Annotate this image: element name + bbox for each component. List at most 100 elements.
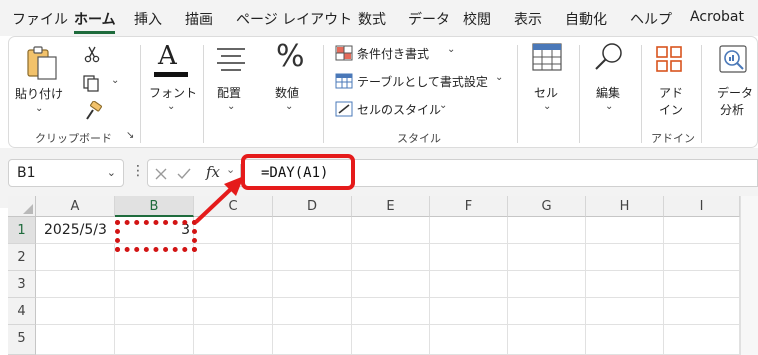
paste-button[interactable]: 貼り付け ⌄ <box>15 43 65 121</box>
cell[interactable] <box>115 325 194 355</box>
cell[interactable] <box>352 298 430 325</box>
chevron-down-icon: ⌄ <box>605 101 614 112</box>
row-header-5[interactable]: 5 <box>8 325 36 355</box>
cell[interactable] <box>352 217 430 244</box>
formula-input-box[interactable]: fx ⌄ <box>147 159 758 187</box>
tab-help[interactable]: ヘルプ <box>630 9 672 29</box>
tab-home[interactable]: ホーム <box>74 9 116 29</box>
insert-function-button[interactable]: fx <box>206 163 220 181</box>
cell[interactable] <box>586 325 664 355</box>
cell[interactable] <box>430 244 508 271</box>
tab-data[interactable]: データ <box>408 9 450 29</box>
name-box[interactable]: B1 ⌄ <box>8 159 124 187</box>
cell[interactable] <box>508 325 586 355</box>
cell[interactable] <box>430 271 508 298</box>
row-header-4[interactable]: 4 <box>8 298 36 325</box>
cell[interactable] <box>273 244 352 271</box>
cell[interactable] <box>194 271 273 298</box>
cell[interactable] <box>115 298 194 325</box>
cell[interactable] <box>586 271 664 298</box>
cell[interactable] <box>194 244 273 271</box>
number-format-button[interactable]: % 数値 ⌄ <box>267 39 311 121</box>
cell[interactable] <box>36 244 115 271</box>
format-painter-icon[interactable] <box>83 101 103 121</box>
vertical-scrollbar[interactable] <box>740 196 758 355</box>
column-header-c[interactable]: C <box>194 196 273 217</box>
addins-label-line1: アド <box>659 86 684 100</box>
font-a-icon: A <box>158 41 177 71</box>
column-header-g[interactable]: G <box>508 196 586 217</box>
cell[interactable] <box>664 325 740 355</box>
row-header-2[interactable]: 2 <box>8 244 36 271</box>
data-analysis-button[interactable]: データ 分析 <box>709 41 758 121</box>
tab-insert[interactable]: 挿入 <box>134 9 162 29</box>
cell[interactable] <box>586 298 664 325</box>
tab-review[interactable]: 校閲 <box>463 9 491 29</box>
cell[interactable] <box>115 271 194 298</box>
font-button[interactable]: A フォント ⌄ <box>146 41 197 121</box>
enter-check-icon[interactable] <box>176 167 192 181</box>
conditional-format-button[interactable]: 条件付き書式 ⌄ <box>335 43 485 65</box>
column-header-h[interactable]: H <box>586 196 664 217</box>
tab-draw[interactable]: 描画 <box>185 9 213 29</box>
addins-button[interactable]: アド イン <box>647 41 691 121</box>
cell[interactable] <box>508 244 586 271</box>
cell[interactable] <box>194 298 273 325</box>
cell-styles-button[interactable]: セルのスタイル ⌄ <box>335 99 465 121</box>
more-options-icon[interactable]: ⋮ <box>131 163 145 179</box>
column-header-i[interactable]: I <box>664 196 740 217</box>
chevron-down-icon[interactable]: ⌄ <box>226 163 235 176</box>
copy-icon[interactable] <box>82 74 102 92</box>
row-header-1[interactable]: 1 <box>8 217 36 244</box>
cell[interactable] <box>508 271 586 298</box>
cell-a1[interactable]: 2025/5/3 <box>36 217 115 244</box>
column-header-e[interactable]: E <box>352 196 430 217</box>
cell[interactable] <box>352 325 430 355</box>
editing-button[interactable]: 編集 ⌄ <box>587 41 631 121</box>
column-header-a[interactable]: A <box>36 196 115 217</box>
tab-page-layout[interactable]: ページ レイアウト <box>236 9 352 29</box>
cancel-icon[interactable] <box>154 167 168 181</box>
cell[interactable] <box>664 271 740 298</box>
name-box-value: B1 <box>17 165 36 181</box>
cell[interactable] <box>273 298 352 325</box>
cell[interactable] <box>36 271 115 298</box>
cell[interactable] <box>36 325 115 355</box>
format-as-table-button[interactable]: テーブルとして書式設定 ⌄ <box>335 71 511 93</box>
paste-label: 貼り付け <box>15 87 64 101</box>
cell[interactable] <box>430 298 508 325</box>
dialog-launcher-icon[interactable]: ↘ <box>126 130 134 141</box>
cell[interactable] <box>273 217 352 244</box>
cut-icon[interactable] <box>83 45 101 63</box>
cell[interactable] <box>273 271 352 298</box>
tab-formulas[interactable]: 数式 <box>358 9 386 29</box>
tab-automate[interactable]: 自動化 <box>565 9 607 29</box>
column-header-f[interactable]: F <box>430 196 508 217</box>
select-all-button[interactable] <box>8 196 36 217</box>
column-header-b[interactable]: B <box>115 196 194 217</box>
cell[interactable] <box>664 244 740 271</box>
cell[interactable] <box>430 217 508 244</box>
cell[interactable] <box>194 325 273 355</box>
cell[interactable] <box>664 217 740 244</box>
cell[interactable] <box>430 325 508 355</box>
chevron-down-icon[interactable]: ⌄ <box>111 75 119 86</box>
chevron-down-icon[interactable]: ⌄ <box>107 166 116 179</box>
alignment-button[interactable]: 配置 ⌄ <box>209 41 253 121</box>
row-header-3[interactable]: 3 <box>8 271 36 298</box>
tab-view[interactable]: 表示 <box>514 9 542 29</box>
cell[interactable] <box>508 298 586 325</box>
cell[interactable] <box>352 244 430 271</box>
cell[interactable] <box>586 217 664 244</box>
tab-file[interactable]: ファイル <box>12 9 68 29</box>
cell[interactable] <box>508 217 586 244</box>
cell[interactable] <box>352 271 430 298</box>
cell[interactable] <box>194 217 273 244</box>
tab-acrobat[interactable]: Acrobat <box>690 9 744 25</box>
cells-button[interactable]: セル ⌄ <box>525 41 569 121</box>
cell[interactable] <box>664 298 740 325</box>
cell[interactable] <box>36 298 115 325</box>
cell[interactable] <box>586 244 664 271</box>
cell[interactable] <box>273 325 352 355</box>
column-header-d[interactable]: D <box>273 196 352 217</box>
